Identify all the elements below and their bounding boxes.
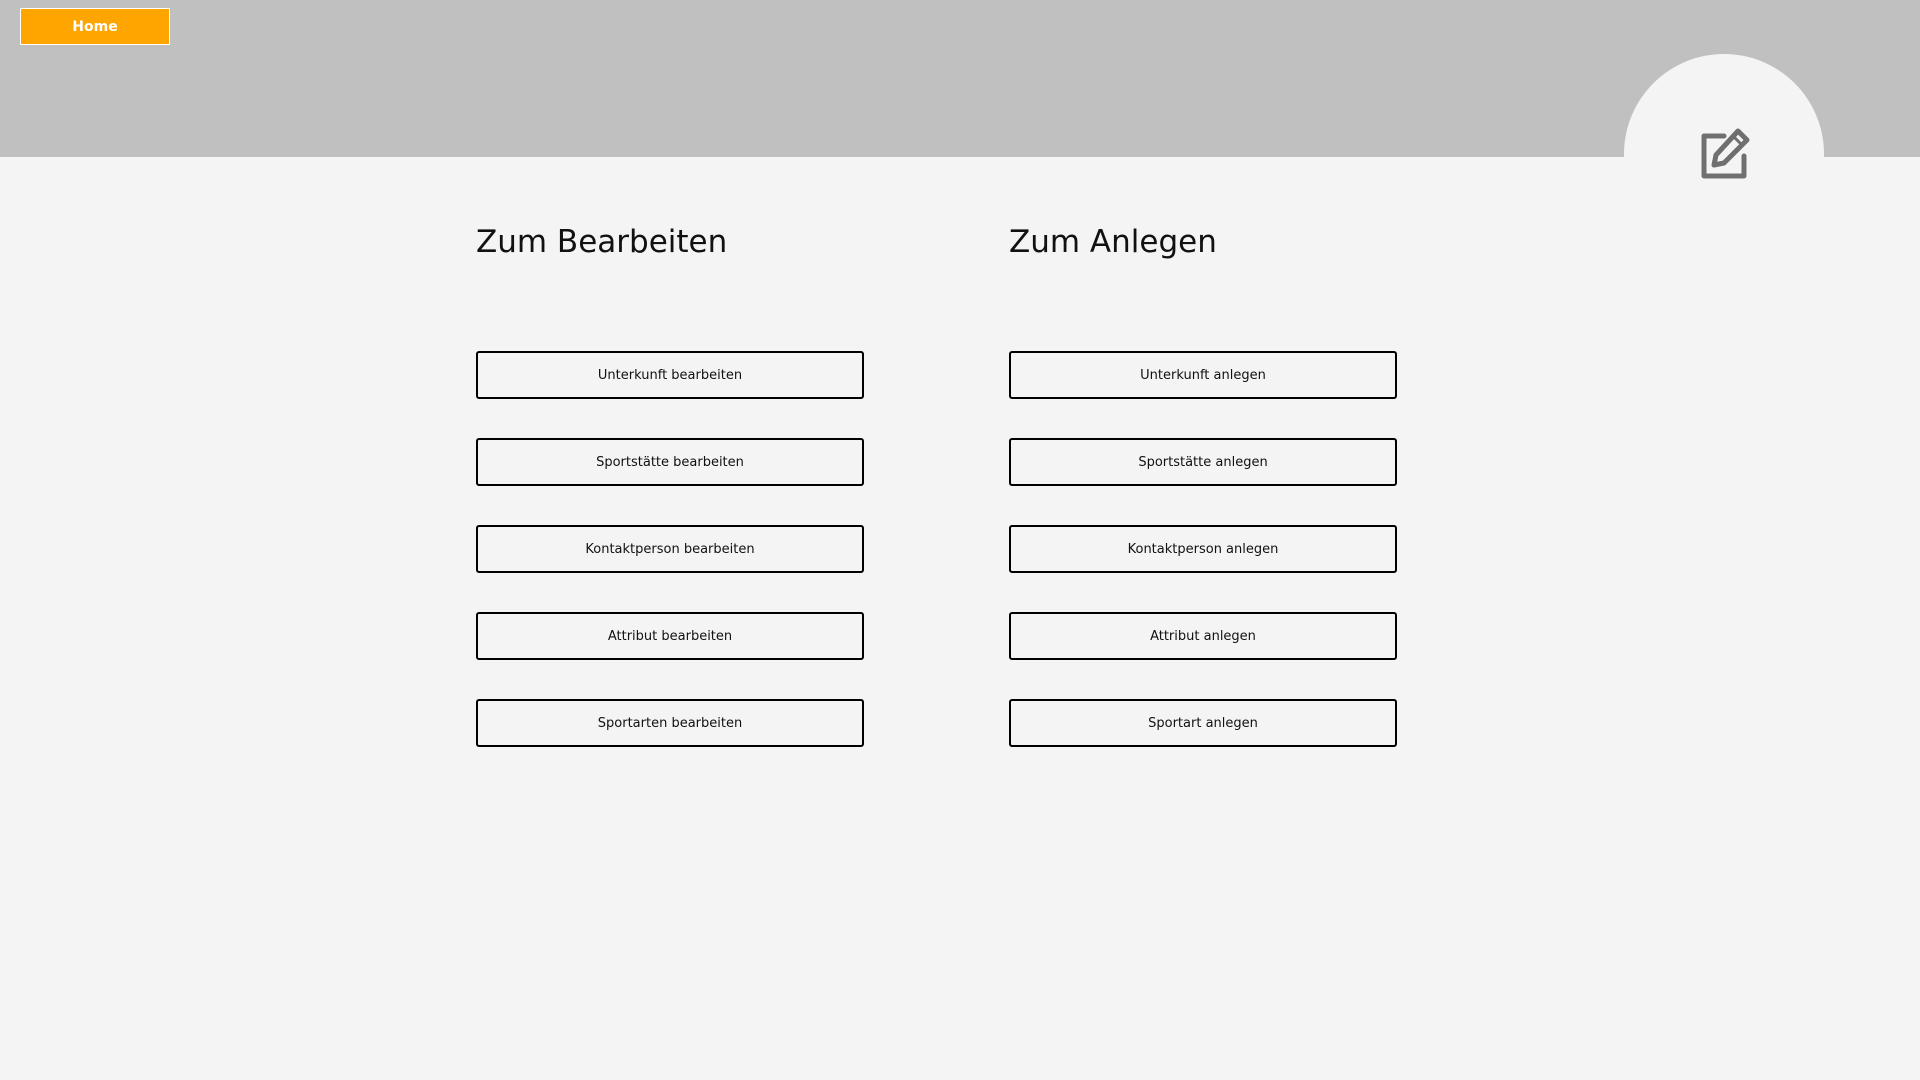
attribut-bearbeiten-button[interactable]: Attribut bearbeiten	[476, 612, 864, 660]
edit-column-title: Zum Bearbeiten	[476, 224, 728, 260]
unterkunft-anlegen-button[interactable]: Unterkunft anlegen	[1009, 351, 1397, 399]
unterkunft-bearbeiten-button[interactable]: Unterkunft bearbeiten	[476, 351, 864, 399]
sportstaette-anlegen-button[interactable]: Sportstätte anlegen	[1009, 438, 1397, 486]
create-column-title: Zum Anlegen	[1009, 224, 1217, 260]
sportstaette-bearbeiten-button[interactable]: Sportstätte bearbeiten	[476, 438, 864, 486]
create-button-list: Unterkunft anlegen Sportstätte anlegen K…	[1009, 351, 1397, 786]
sportart-anlegen-button[interactable]: Sportart anlegen	[1009, 699, 1397, 747]
edit-button-list: Unterkunft bearbeiten Sportstätte bearbe…	[476, 351, 864, 786]
sportarten-bearbeiten-button[interactable]: Sportarten bearbeiten	[476, 699, 864, 747]
home-button[interactable]: Home	[20, 8, 170, 45]
attribut-anlegen-button[interactable]: Attribut anlegen	[1009, 612, 1397, 660]
kontaktperson-anlegen-button[interactable]: Kontaktperson anlegen	[1009, 525, 1397, 573]
kontaktperson-bearbeiten-button[interactable]: Kontaktperson bearbeiten	[476, 525, 864, 573]
edit-badge	[1624, 54, 1824, 254]
edit-icon	[1701, 128, 1750, 179]
